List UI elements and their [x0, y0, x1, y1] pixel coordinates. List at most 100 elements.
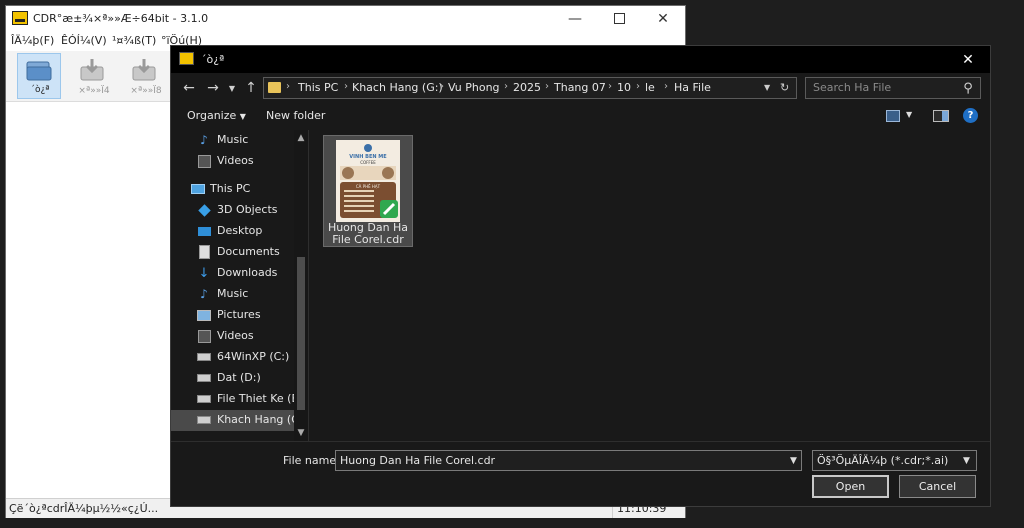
coffee-menu-thumbnail-icon: [336, 140, 400, 222]
chevron-down-icon[interactable]: ▼: [906, 110, 912, 119]
download-icon: ↓: [198, 265, 210, 281]
nav-item-drive-g[interactable]: Khach Hang (G:): [171, 410, 308, 431]
close-icon: ✕: [962, 51, 974, 68]
navigation-bar: ← → ▼ ↑ › This PC › Khach Hang (G:) › Vu…: [171, 73, 990, 103]
nav-item-videos[interactable]: Videos: [171, 326, 296, 347]
breadcrumb-folder[interactable]: 10: [617, 81, 631, 94]
organize-label: Organize: [187, 109, 237, 122]
dialog-title: ´ò¿ª: [201, 53, 225, 66]
new-folder-button[interactable]: New folder: [266, 109, 325, 122]
file-name-label: Huong Dan Ha File Corel.cdr: [327, 221, 409, 246]
view-options-icon[interactable]: [886, 110, 900, 122]
file-type-value: Ö§³ÖµÄÎÄ¼þ (*.cdr;*.ai): [817, 454, 949, 467]
chevron-down-icon: ▼: [963, 455, 970, 466]
close-button[interactable]: ✕: [641, 6, 685, 31]
3d-objects-icon: [197, 203, 211, 217]
convert-to-x8-label: ×ª»»Ϊ8: [130, 86, 162, 96]
converter-title: CDR°æ±¾×ª»»Æ÷64bit - 3.1.0: [33, 12, 209, 25]
menu-file[interactable]: ÎÄ¼þ(F): [11, 34, 54, 47]
nav-item-drive-e[interactable]: File Thiet Ke (E:): [171, 389, 306, 410]
forward-button[interactable]: →: [203, 78, 223, 98]
chevron-right-icon: ›: [664, 81, 668, 92]
file-thumbnail: VINH BEN ME COFFEE CÀ PHÊ HẠT: [336, 140, 400, 222]
breadcrumb-current[interactable]: Ha File: [674, 81, 711, 94]
menu-view[interactable]: ÊÓÍ¼(V): [61, 34, 107, 47]
nav-item-label: File Thiet Ke (E:): [217, 392, 307, 405]
videos-icon: [197, 329, 211, 343]
open-button[interactable]: Open: [812, 475, 889, 498]
breadcrumb-this-pc[interactable]: This PC: [298, 81, 338, 94]
help-icon[interactable]: ?: [963, 108, 978, 123]
file-type-select[interactable]: Ö§³ÖµÄÎÄ¼þ (*.cdr;*.ai) ▼: [812, 450, 977, 471]
breadcrumb-folder[interactable]: Thang 07: [554, 81, 606, 94]
arrow-right-icon: →: [207, 80, 219, 96]
file-name-input[interactable]: [335, 450, 802, 471]
status-text: Çë´ò¿ªcdrÎÄ¼þµ½½«ç¿Ú...: [9, 502, 159, 515]
maximize-icon: [613, 13, 625, 24]
cancel-button[interactable]: Cancel: [899, 475, 976, 498]
computer-icon: [191, 182, 205, 196]
convert-to-x4-button[interactable]: ×ª»»Ϊ4: [72, 53, 116, 99]
documents-icon: [197, 245, 211, 259]
nav-item-music[interactable]: ♪ Music: [171, 130, 296, 151]
nav-item-this-pc[interactable]: This PC: [171, 179, 296, 200]
preview-pane-icon[interactable]: [933, 110, 949, 122]
dialog-title-bar: ´ò¿ª ✕: [171, 46, 990, 73]
nav-item-drive-d[interactable]: Dat (D:): [171, 368, 296, 389]
close-icon: ✕: [657, 10, 669, 27]
dialog-close-button[interactable]: ✕: [950, 46, 986, 73]
nav-item-desktop[interactable]: Desktop: [171, 221, 296, 242]
dialog-footer: File name: ▼ Ö§³ÖµÄÎÄ¼þ (*.cdr;*.ai) ▼ O…: [171, 441, 990, 506]
up-button[interactable]: ↑: [241, 78, 261, 98]
open-button[interactable]: ´ò¿ª: [17, 53, 61, 99]
chevron-down-icon: ▼: [228, 83, 236, 93]
recent-locations-button[interactable]: ▼: [225, 78, 239, 98]
convert-icon: [80, 59, 104, 81]
back-button[interactable]: ←: [179, 78, 199, 98]
breadcrumb-drive[interactable]: Khach Hang (G:): [352, 81, 443, 94]
maximize-button[interactable]: [597, 6, 641, 31]
nav-scrollbar[interactable]: ▲ ▼: [294, 130, 308, 441]
scrollbar-thumb[interactable]: [297, 257, 305, 410]
breadcrumb-folder[interactable]: Vu Phong: [448, 81, 500, 94]
nav-item-label: Documents: [217, 245, 280, 258]
minimize-button[interactable]: —: [553, 6, 597, 31]
breadcrumb-folder[interactable]: 2025: [513, 81, 541, 94]
chevron-right-icon: ›: [440, 81, 444, 92]
nav-item-3d-objects[interactable]: 3D Objects: [171, 200, 296, 221]
open-file-dialog: ´ò¿ª ✕ ← → ▼ ↑ › This PC › Khach Hang (G…: [170, 45, 991, 507]
address-bar[interactable]: › This PC › Khach Hang (G:) › Vu Phong ›…: [263, 77, 797, 99]
arrow-left-icon: ←: [183, 80, 195, 96]
converter-title-bar: CDR°æ±¾×ª»»Æ÷64bit - 3.1.0 — ✕: [6, 6, 685, 31]
scroll-down-icon[interactable]: ▼: [294, 426, 308, 440]
organize-button[interactable]: Organize ▼: [187, 109, 246, 122]
refresh-icon[interactable]: ↻: [780, 81, 789, 94]
file-list: VINH BEN ME COFFEE CÀ PHÊ HẠT Huong Dan …: [308, 130, 990, 441]
menu-tools[interactable]: ¹¤¾ß(T): [112, 34, 156, 47]
nav-item-label: Pictures: [217, 308, 261, 321]
nav-item-pictures[interactable]: Pictures: [171, 305, 296, 326]
folder-icon: [268, 82, 281, 93]
nav-item-videos[interactable]: Videos: [171, 151, 296, 172]
chevron-down-icon[interactable]: ▼: [764, 83, 770, 92]
chevron-down-icon[interactable]: ▼: [785, 450, 802, 471]
scroll-up-icon[interactable]: ▲: [294, 131, 308, 145]
file-item[interactable]: VINH BEN ME COFFEE CÀ PHÊ HẠT Huong Dan …: [323, 135, 413, 247]
search-box[interactable]: Search Ha File ⚲: [805, 77, 981, 99]
minimize-icon: —: [568, 10, 582, 27]
nav-item-documents[interactable]: Documents: [171, 242, 296, 263]
convert-to-x4-label: ×ª»»Ϊ4: [78, 86, 110, 96]
nav-item-label: This PC: [210, 182, 251, 195]
breadcrumb-folder[interactable]: le: [645, 81, 655, 94]
convert-to-x8-button[interactable]: ×ª»»Ϊ8: [124, 53, 168, 99]
chevron-right-icon: ›: [608, 81, 612, 92]
nav-item-music[interactable]: ♪ Music: [171, 284, 296, 305]
nav-item-drive-c[interactable]: 64WinXP (C:): [171, 347, 296, 368]
open-button-label: ´ò¿ª: [30, 85, 50, 95]
file-name-label: File name:: [283, 454, 340, 467]
chevron-down-icon: ▼: [239, 112, 246, 121]
drive-icon: [197, 350, 211, 364]
nav-item-label: 64WinXP (C:): [217, 350, 290, 363]
nav-item-label: Desktop: [217, 224, 263, 237]
nav-item-downloads[interactable]: ↓ Downloads: [171, 263, 296, 284]
